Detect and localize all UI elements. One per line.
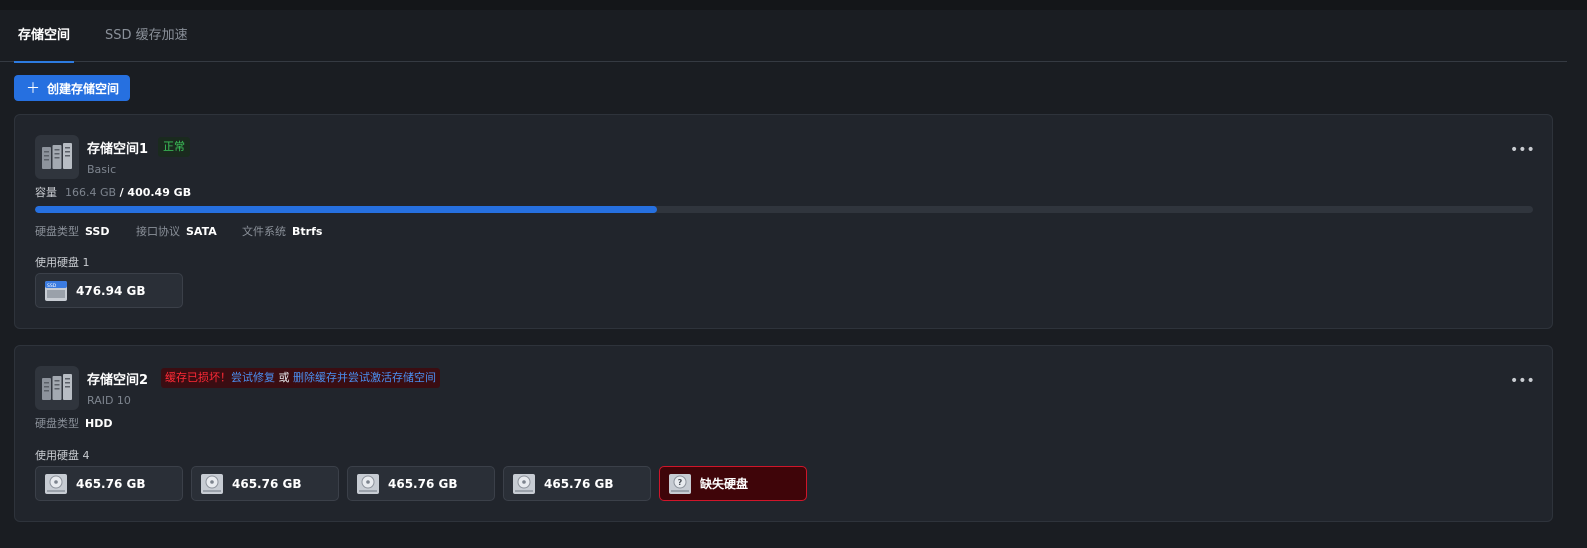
- disk-item[interactable]: 465.76 GB: [35, 466, 183, 501]
- disk-size: 465.76 GB: [232, 476, 302, 491]
- capacity-total: / 400.49 GB: [119, 186, 192, 199]
- or-text: 或: [278, 371, 290, 384]
- more-options-icon[interactable]: •••: [1510, 143, 1535, 157]
- storage-pool-card-1: 存储空间1 正常 Basic ••• 容量 166.4 GB / 400.49 G…: [14, 114, 1553, 329]
- storage-pool-card-2: 存储空间2 缓存已损坏！尝试修复 或 删除缓存并尝试激活存储空间 RAID 10…: [14, 345, 1553, 522]
- meta-key: 硬盘类型: [35, 417, 79, 430]
- ssd-icon: SSD: [45, 280, 67, 301]
- cache-error-badge: 缓存已损坏！尝试修复 或 删除缓存并尝试激活存储空间: [161, 368, 440, 388]
- meta-value: Btrfs: [292, 225, 323, 238]
- interface-meta: 接口协议 SATA: [136, 223, 217, 239]
- disk-size: 476.94 GB: [76, 283, 146, 298]
- top-strip: [0, 0, 1587, 10]
- create-storage-space-button[interactable]: ＋ 创建存储空间: [14, 75, 130, 101]
- disk-item[interactable]: 465.76 GB: [503, 466, 651, 501]
- meta-key: 文件系统: [242, 225, 286, 238]
- disk-type-meta: 硬盘类型 HDD: [35, 415, 112, 431]
- pool-name: 存储空间2: [87, 373, 149, 388]
- hdd-icon: [201, 473, 223, 494]
- svg-text:SSD: SSD: [47, 283, 57, 289]
- disk-type-meta: 硬盘类型 SSD: [35, 223, 109, 239]
- missing-disk-item[interactable]: ? 缺失硬盘: [659, 466, 807, 501]
- capacity-progress-fill: [35, 206, 658, 213]
- hdd-icon: [357, 473, 379, 494]
- used-disks-label: 使用硬盘 1: [35, 256, 90, 269]
- disk-item[interactable]: SSD 476.94 GB: [35, 273, 183, 308]
- capacity-row: 容量 166.4 GB / 400.49 GB: [35, 184, 191, 200]
- used-disks-label: 使用硬盘 4: [35, 449, 90, 462]
- tab-bar: 存储空间 SSD 缓存加速: [0, 10, 1567, 63]
- delete-cache-activate-link[interactable]: 删除缓存并尝试激活存储空间: [293, 371, 436, 384]
- try-repair-link[interactable]: 尝试修复: [231, 371, 275, 384]
- disk-size: 465.76 GB: [388, 476, 458, 491]
- status-badge: 正常: [158, 137, 190, 157]
- tab-storage-space[interactable]: 存储空间: [13, 10, 75, 63]
- raid-type: RAID 10: [87, 394, 131, 407]
- disk-size: 缺失硬盘: [700, 477, 749, 491]
- capacity-used: 166.4 GB: [65, 186, 117, 199]
- pool-name: 存储空间1: [87, 142, 149, 157]
- more-options-icon[interactable]: •••: [1510, 374, 1535, 388]
- meta-value: SSD: [85, 225, 110, 238]
- meta-value: HDD: [85, 417, 113, 430]
- raid-type: Basic: [87, 163, 117, 176]
- hdd-icon: [513, 473, 535, 494]
- disk-size: 465.76 GB: [544, 476, 614, 491]
- meta-key: 接口协议: [136, 225, 180, 238]
- hdd-icon: [45, 473, 67, 494]
- filesystem-meta: 文件系统 Btrfs: [242, 223, 322, 239]
- tab-ssd-cache[interactable]: SSD 缓存加速: [105, 10, 188, 62]
- create-button-label: 创建存储空间: [47, 81, 120, 96]
- capacity-progress-bar: [35, 206, 1533, 213]
- storage-pool-icon: [35, 135, 79, 179]
- error-message: 缓存已损坏！: [165, 371, 231, 384]
- disk-size: 465.76 GB: [76, 476, 146, 491]
- meta-value: SATA: [186, 225, 217, 238]
- disk-item[interactable]: 465.76 GB: [191, 466, 339, 501]
- disk-item[interactable]: 465.76 GB: [347, 466, 495, 501]
- svg-text:?: ?: [678, 478, 683, 487]
- plus-icon: ＋: [26, 81, 40, 97]
- missing-disk-icon: ?: [669, 473, 691, 494]
- capacity-label: 容量: [35, 186, 57, 199]
- meta-key: 硬盘类型: [35, 225, 79, 238]
- storage-pool-icon: [35, 366, 79, 410]
